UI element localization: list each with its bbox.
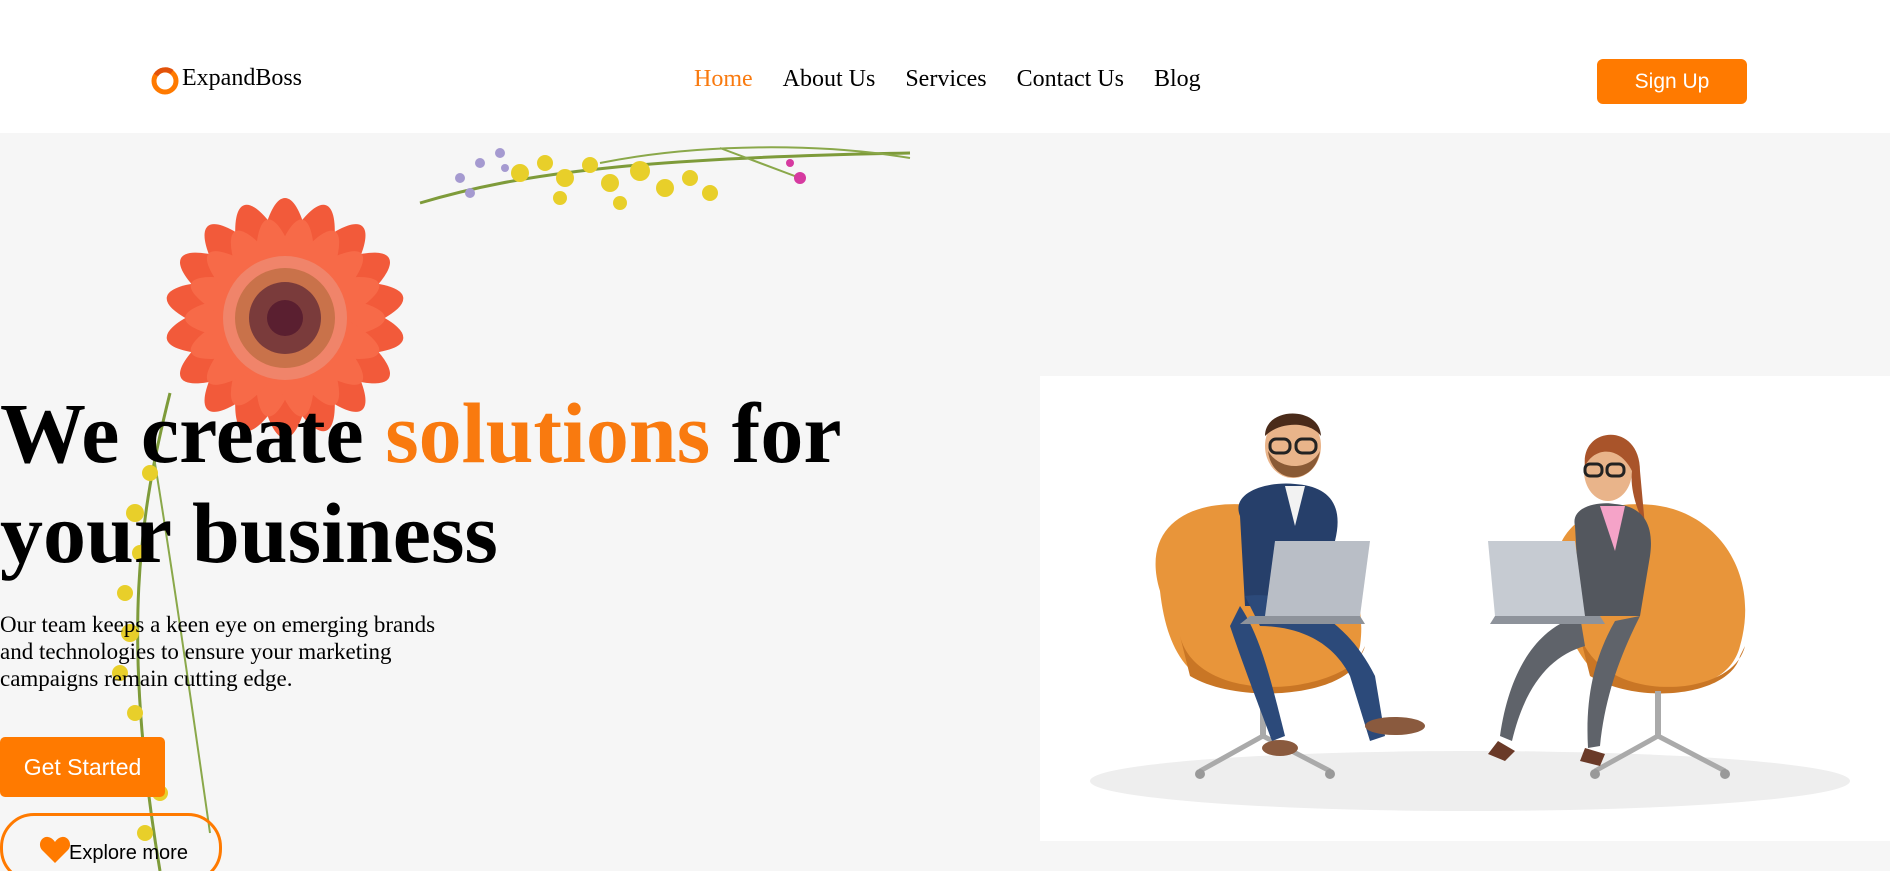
get-started-button[interactable]: Get Started [0, 737, 165, 797]
nav-contact-us[interactable]: Contact Us [1017, 66, 1124, 93]
brand-name: ExpandBoss [182, 64, 302, 91]
hero-title-accent: solutions [385, 385, 711, 481]
nav-about-us[interactable]: About Us [783, 66, 876, 93]
signup-button[interactable]: Sign Up [1597, 59, 1747, 104]
hero-title: We create solutions for your business [0, 383, 900, 583]
hero-description: Our team keeps a keen eye on emerging br… [0, 612, 436, 691]
nav-home[interactable]: Home [694, 66, 753, 93]
navbar: ExpandBoss Home About Us Services Contac… [0, 0, 1890, 133]
nav-blog[interactable]: Blog [1154, 66, 1201, 93]
heart-icon [39, 836, 71, 863]
brand-logo[interactable]: ExpandBoss [150, 64, 302, 96]
main-nav: Home About Us Services Contact Us Blog [694, 66, 1231, 93]
explore-more-button[interactable]: Explore more [0, 813, 222, 871]
nav-services[interactable]: Services [905, 66, 986, 93]
business-people-illustration [1040, 376, 1890, 841]
hero-section: We create solutions for your business Ou… [0, 133, 1890, 871]
hero-title-part1: We create [0, 385, 386, 481]
logo-ring-icon [151, 67, 179, 95]
explore-more-label: Explore more [69, 842, 188, 864]
